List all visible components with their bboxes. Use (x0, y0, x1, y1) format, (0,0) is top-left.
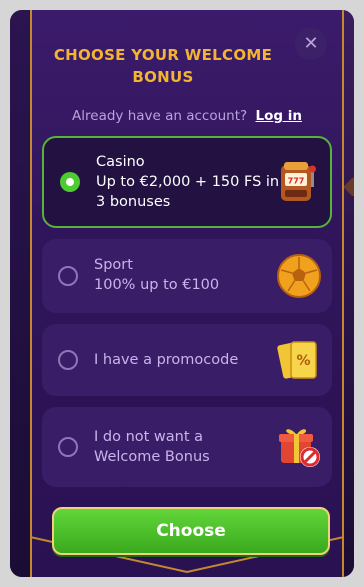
bonus-option-casino[interactable]: Casino Up to €2,000 + 150 FS in 3 bonuse… (42, 136, 332, 228)
bonus-option-promocode[interactable]: I have a promocode % (42, 324, 332, 396)
svg-text:%: % (296, 353, 310, 369)
gift-no-icon (276, 423, 322, 469)
account-prompt-line: Already have an account? Log in (30, 108, 344, 124)
svg-text:777: 777 (288, 177, 305, 186)
option-subtitle-casino: Up to €2,000 + 150 FS in 3 bonuses (96, 174, 280, 210)
account-prompt-text: Already have an account? (72, 108, 248, 124)
choose-button[interactable]: Choose (52, 507, 330, 555)
app-screen: CHOOSE YOUR WELCOME BONUS ✕ Already have… (10, 10, 354, 577)
close-icon: ✕ (303, 33, 319, 54)
radio-no-bonus[interactable] (58, 437, 78, 457)
login-link[interactable]: Log in (255, 108, 301, 124)
radio-sport[interactable] (58, 266, 78, 286)
option-title-no-bonus: I do not want a Welcome Bonus (94, 429, 210, 465)
radio-casino[interactable] (60, 172, 80, 192)
option-subtitle-sport: 100% up to €100 (94, 277, 220, 293)
option-title-sport: Sport (94, 257, 133, 273)
bonus-option-no-bonus[interactable]: I do not want a Welcome Bonus (42, 407, 332, 487)
background-left (10, 10, 30, 577)
promo-ticket-icon: % (276, 337, 322, 383)
slot-machine-icon: 777 (274, 159, 320, 205)
soccer-ball-icon (276, 253, 322, 299)
option-title-casino: Casino (96, 154, 145, 170)
radio-promocode[interactable] (58, 350, 78, 370)
bonus-option-sport[interactable]: Sport 100% up to €100 (42, 239, 332, 313)
close-button[interactable]: ✕ (295, 28, 327, 60)
modal-title: CHOOSE YOUR WELCOME BONUS (53, 46, 273, 86)
option-title-promocode: I have a promocode (94, 352, 239, 368)
